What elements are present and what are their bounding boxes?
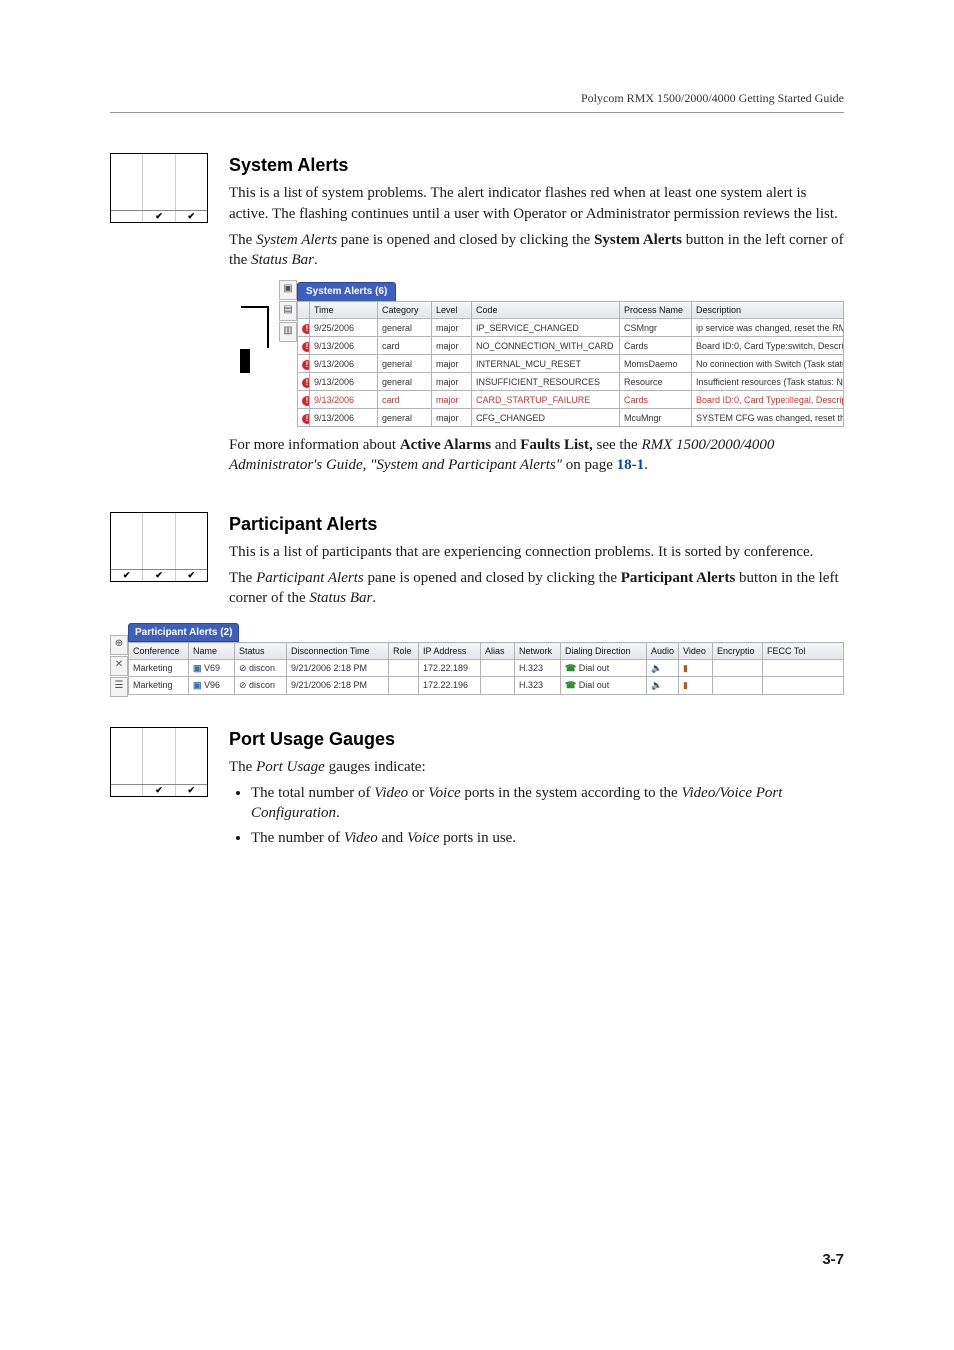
error-icon: ! xyxy=(302,324,310,334)
audio-icon: 🔈 xyxy=(651,663,662,673)
error-icon: ! xyxy=(302,414,310,424)
endpoint-icon: ▣ xyxy=(193,663,204,673)
check-icon: ✔ xyxy=(111,570,143,581)
audio-icon: 🔈 xyxy=(651,680,662,690)
participant-alerts-screenshot: ⊕ ✕ ☰ Participant Alerts (2) ConferenceN… xyxy=(110,621,844,697)
body-text: The Participant Alerts pane is opened an… xyxy=(229,568,844,609)
endpoint-icon: ▣ xyxy=(193,680,204,690)
toolbar-icon: ▣ xyxy=(279,280,297,300)
error-icon: ! xyxy=(302,396,310,406)
error-icon: ! xyxy=(302,342,310,352)
dial-out-icon: ☎ xyxy=(565,663,579,673)
running-head: Polycom RMX 1500/2000/4000 Getting Start… xyxy=(110,90,844,106)
check-icon: ✔ xyxy=(143,785,175,796)
toolbar-icon: ✕ xyxy=(110,656,128,676)
page-number: 3-7 xyxy=(822,1250,844,1270)
system-alerts-caption: System Alerts (6) xyxy=(297,282,396,301)
status-bar-widget-1: ✔ ✔ xyxy=(110,153,208,223)
dial-out-icon: ☎ xyxy=(565,680,579,690)
list-item: The number of Video and Voice ports in u… xyxy=(251,828,844,848)
video-icon: ▮ xyxy=(683,663,688,673)
check-icon: ✔ xyxy=(176,211,207,222)
system-alerts-table: Time Category Level Code Process Name De… xyxy=(297,301,844,427)
section-title-participant-alerts: Participant Alerts xyxy=(229,512,844,536)
toolbar-icon: ▤ xyxy=(279,301,297,321)
toolbar-icon: ▥ xyxy=(279,322,297,342)
top-rule xyxy=(110,112,844,113)
bullet-list: The total number of Video or Voice ports… xyxy=(229,783,844,848)
participant-alerts-table: ConferenceNameStatus Disconnection TimeR… xyxy=(128,642,844,694)
section-title-system-alerts: System Alerts xyxy=(229,153,844,177)
video-icon: ▮ xyxy=(683,680,688,690)
participant-alerts-caption: Participant Alerts (2) xyxy=(128,623,239,643)
section-title-port-usage: Port Usage Gauges xyxy=(229,727,844,751)
check-icon: ✔ xyxy=(143,211,175,222)
page-link[interactable]: 18-1 xyxy=(617,457,645,473)
body-text: For more information about Active Alarms… xyxy=(229,435,844,476)
check-icon: ✔ xyxy=(176,785,207,796)
status-bar-widget-3: ✔ ✔ xyxy=(110,727,208,797)
check-icon: ✔ xyxy=(143,570,175,581)
error-icon: ! xyxy=(302,378,310,388)
body-text: The System Alerts pane is opened and clo… xyxy=(229,230,844,271)
toolbar-icon: ☰ xyxy=(110,677,128,697)
body-text: The Port Usage gauges indicate: xyxy=(229,757,844,777)
list-item: The total number of Video or Voice ports… xyxy=(251,783,844,824)
error-icon: ! xyxy=(302,360,310,370)
check-icon: ✔ xyxy=(176,570,207,581)
body-text: This is a list of system problems. The a… xyxy=(229,183,844,224)
status-bar-widget-2: ✔ ✔ ✔ xyxy=(110,512,208,582)
system-alerts-screenshot: ▣ ▤ ▥ System Alerts (6) Time xyxy=(253,280,844,427)
toolbar-icon: ⊕ xyxy=(110,635,128,655)
body-text: This is a list of participants that are … xyxy=(229,542,844,562)
